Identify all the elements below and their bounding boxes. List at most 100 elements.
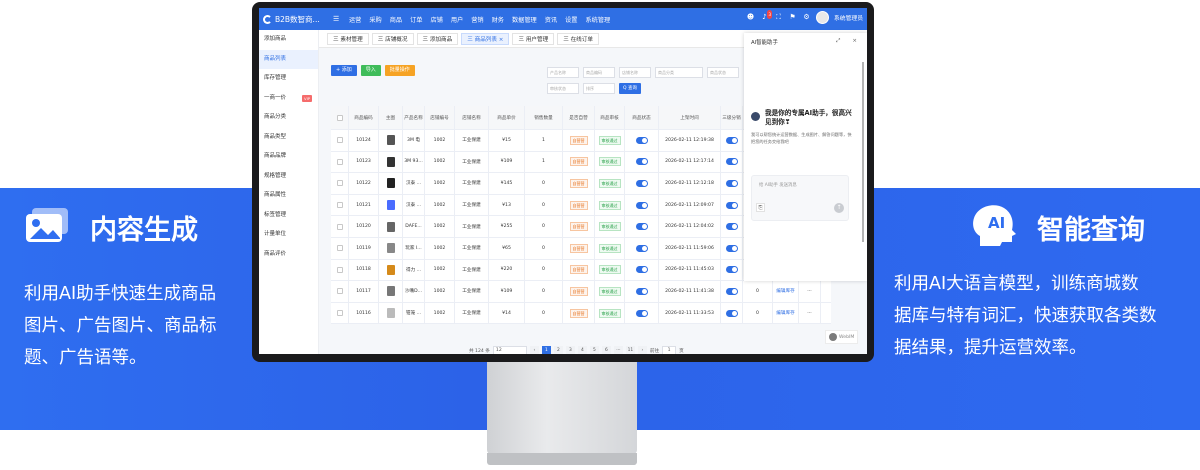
fullscreen-icon[interactable]: ⛶ xyxy=(774,13,783,22)
send-arrow-icon[interactable]: ↑ xyxy=(834,203,844,213)
distribution-toggle[interactable] xyxy=(725,287,738,295)
batch-button[interactable]: 批量操作 xyxy=(384,65,415,76)
name-cell[interactable]: 得力 ... xyxy=(403,259,425,281)
add-button[interactable]: + 添加 xyxy=(331,65,357,76)
nav-item[interactable]: 店铺 xyxy=(427,15,447,24)
status-toggle[interactable] xyxy=(635,179,648,187)
product-image[interactable] xyxy=(386,178,395,189)
nav-item[interactable]: 数据管理 xyxy=(508,15,541,24)
name-cell[interactable]: 3M 93... xyxy=(403,151,425,173)
status-toggle[interactable] xyxy=(635,287,648,295)
close-icon[interactable]: × xyxy=(852,38,857,45)
sidebar-item[interactable]: 规格管理 xyxy=(259,167,318,187)
select-all-checkbox[interactable] xyxy=(336,114,343,121)
more-link[interactable]: ··· xyxy=(807,311,811,316)
name-cell[interactable]: 汉泰 ... xyxy=(403,194,425,216)
distribution-toggle[interactable] xyxy=(725,179,738,187)
status-toggle[interactable] xyxy=(635,266,648,274)
product-image[interactable] xyxy=(386,156,395,167)
row-checkbox[interactable] xyxy=(336,158,343,165)
sidebar-item[interactable]: 计量单位 xyxy=(259,225,318,245)
attachment-icon[interactable]: ⎘ xyxy=(756,203,765,212)
sidebar-item[interactable]: 标签管理 xyxy=(259,206,318,226)
product-image[interactable] xyxy=(386,264,395,275)
name-cell[interactable]: 玩家 I... xyxy=(403,237,425,259)
sidebar-item[interactable]: 商品分类 xyxy=(259,108,318,128)
assistant-input-box[interactable]: 给 AI助手 发送消息 ⎘ ↑ xyxy=(751,175,849,221)
bell-icon[interactable]: ♪ 3 xyxy=(760,10,772,22)
product-image[interactable] xyxy=(386,286,395,297)
menu-fold-icon[interactable]: ☰ xyxy=(333,15,345,23)
category-select[interactable]: 商品分类 xyxy=(655,67,703,78)
page-number[interactable]: 6 xyxy=(601,346,611,354)
status-toggle[interactable] xyxy=(635,136,648,144)
nav-item[interactable]: 资讯 xyxy=(541,15,561,24)
expand-icon[interactable]: ⤢ xyxy=(836,38,840,45)
product-code-input[interactable]: 商品编码 xyxy=(583,67,615,78)
product-image[interactable] xyxy=(386,135,395,146)
nav-item[interactable]: 用户 xyxy=(447,15,467,24)
product-image[interactable] xyxy=(386,221,395,232)
product-name-input[interactable]: 产品名称 xyxy=(547,67,579,78)
product-image[interactable] xyxy=(386,308,395,319)
page-number[interactable]: 3 xyxy=(565,346,575,354)
name-cell[interactable]: 3M 电 xyxy=(403,130,425,151)
status-toggle[interactable] xyxy=(635,158,648,166)
row-checkbox[interactable] xyxy=(336,310,343,317)
goto-input[interactable]: 1 xyxy=(662,346,677,354)
tab-item[interactable]: 三 添加商品 xyxy=(416,32,459,45)
nav-item[interactable]: 设置 xyxy=(561,15,581,24)
page-number[interactable]: 11 xyxy=(625,346,635,354)
name-cell[interactable]: 沙嘴D... xyxy=(403,281,425,302)
query-button[interactable]: Q 查询 xyxy=(619,83,641,94)
assistant-input[interactable]: 给 AI助手 发送消息 xyxy=(759,182,797,188)
row-checkbox[interactable] xyxy=(336,266,343,273)
row-checkbox[interactable] xyxy=(336,223,343,230)
more-link[interactable]: ··· xyxy=(807,289,811,294)
sidebar-item[interactable]: 商品属性 xyxy=(259,186,318,206)
user-name[interactable]: 系统管理员 xyxy=(834,13,863,22)
distribution-toggle[interactable] xyxy=(725,244,738,252)
name-cell[interactable]: 钳笼 ... xyxy=(403,302,425,324)
distribution-toggle[interactable] xyxy=(725,136,738,144)
distribution-toggle[interactable] xyxy=(725,223,738,231)
scrollbar[interactable] xyxy=(862,62,864,242)
row-checkbox[interactable] xyxy=(336,288,343,295)
audit-select[interactable]: 审核状态 xyxy=(547,83,579,94)
page-number[interactable]: 2 xyxy=(553,346,563,354)
robot-icon[interactable]: ☻ xyxy=(746,13,755,22)
page-number[interactable]: ··· xyxy=(613,346,623,354)
distribution-toggle[interactable] xyxy=(725,309,738,317)
row-checkbox[interactable] xyxy=(336,245,343,252)
flag-icon[interactable]: ⚑ xyxy=(788,13,797,22)
product-image[interactable] xyxy=(386,200,395,211)
distribution-toggle[interactable] xyxy=(725,158,738,166)
status-toggle[interactable] xyxy=(635,201,648,209)
page-number[interactable]: 5 xyxy=(589,346,599,354)
edit-link[interactable]: 编辑 xyxy=(776,288,785,294)
edit-link[interactable]: 编辑 xyxy=(776,310,785,316)
sidebar-item[interactable]: 一商一价 VIP xyxy=(259,89,318,109)
row-checkbox[interactable] xyxy=(336,202,343,209)
page-number[interactable]: 4 xyxy=(577,346,587,354)
page-number[interactable]: 1 xyxy=(541,346,551,354)
row-checkbox[interactable] xyxy=(336,180,343,187)
sidebar-item[interactable]: 商品评价 xyxy=(259,245,318,265)
sidebar-item[interactable]: 商品列表 xyxy=(259,49,318,69)
nav-item[interactable]: 采购 xyxy=(365,15,385,24)
app-logo[interactable]: B2B数智商... xyxy=(259,14,333,25)
sidebar-item[interactable]: 商品品牌 xyxy=(259,147,318,167)
import-button[interactable]: 导入 xyxy=(360,65,381,76)
tab-item[interactable]: 三 商品列表 × xyxy=(461,32,510,45)
status-toggle[interactable] xyxy=(635,309,648,317)
product-image[interactable] xyxy=(386,243,395,254)
stock-link[interactable]: 库存 xyxy=(786,310,795,316)
nav-item[interactable]: 营销 xyxy=(467,15,487,24)
distribution-toggle[interactable] xyxy=(725,201,738,209)
status-select[interactable]: 商品状态 xyxy=(707,67,739,78)
name-cell[interactable]: 汉泰 ... xyxy=(403,173,425,194)
nav-item[interactable]: 运营 xyxy=(345,15,365,24)
next-page-icon[interactable]: › xyxy=(637,346,647,354)
shop-name-input[interactable]: 店铺名称 xyxy=(619,67,651,78)
tab-item[interactable]: 三 素材管理 xyxy=(327,32,369,45)
